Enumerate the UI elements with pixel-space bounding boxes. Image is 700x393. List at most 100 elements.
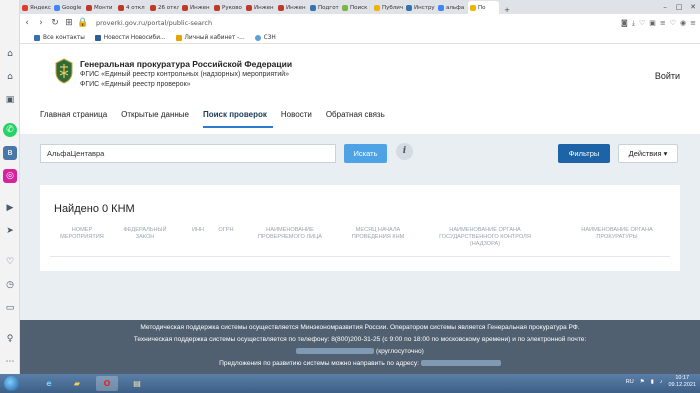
tab-favicon-icon xyxy=(150,4,156,11)
column-header[interactable]: ОГРН xyxy=(212,227,240,234)
instagram-icon[interactable]: ◎ xyxy=(3,169,17,183)
results-table-header: НОМЕР МЕРОПРИЯТИЯ ФЕДЕРАЛЬНЫЙ ЗАКОН ИНН … xyxy=(50,227,670,257)
opera-icon[interactable]: O xyxy=(96,376,118,391)
column-header[interactable]: НАИМЕНОВАНИЕ ОРГАНА ПРОКУРАТУРЫ xyxy=(572,227,662,241)
minimize-button[interactable]: – xyxy=(658,3,672,11)
bookmark-icon[interactable]: ♡ xyxy=(670,19,676,28)
clock[interactable]: 10:17 09.12.2021 xyxy=(668,375,696,389)
footer-text: (круглосуточно) xyxy=(376,348,424,355)
language-indicator[interactable]: RU xyxy=(626,379,634,385)
ie-icon[interactable]: e xyxy=(38,376,60,391)
heart-icon[interactable]: ♡ xyxy=(3,255,17,269)
search-button[interactable]: Искать xyxy=(344,144,387,163)
results-count: Найдено 0 КНМ xyxy=(54,203,135,215)
info-icon[interactable]: i xyxy=(396,143,413,160)
bookmark-icon xyxy=(254,34,261,41)
home-icon[interactable]: ⌂ xyxy=(3,70,17,84)
url-field[interactable]: proverki.gov.ru/portal/public-search xyxy=(96,19,212,27)
bookmark-item[interactable]: Личный кабинет -... xyxy=(175,34,245,41)
tips-icon[interactable]: ♀ xyxy=(3,332,17,346)
flag-icon[interactable]: ⚑ xyxy=(640,379,645,385)
actions-dropdown[interactable]: Действия ▾ xyxy=(618,144,678,163)
bookmark-item[interactable]: СЗН xyxy=(254,34,276,41)
reload-button[interactable]: ↻ xyxy=(48,18,62,28)
menu-item-home[interactable]: Главная страница xyxy=(40,106,113,128)
menu-item-search[interactable]: Поиск проверок xyxy=(202,106,273,128)
filters-button[interactable]: Фильтры xyxy=(558,144,610,163)
browser-tab[interactable]: Google xyxy=(52,1,83,14)
close-window-button[interactable]: ✕ xyxy=(686,3,700,11)
tab-favicon-icon xyxy=(118,4,124,11)
player-icon[interactable]: ▶ xyxy=(3,201,17,215)
support-email-link[interactable] xyxy=(296,348,375,355)
bookmark-label: Новости Новосиби... xyxy=(103,34,166,41)
send-icon[interactable]: ➤ xyxy=(3,224,17,238)
column-header[interactable]: МЕСЯЦ НАЧАЛА ПРОВЕДЕНИЯ КНМ xyxy=(342,227,414,241)
start-button[interactable] xyxy=(4,376,19,391)
browser-tab[interactable]: Подгот xyxy=(308,1,339,14)
org-subtitle: ФГИС «Единый реестр контрольных (надзорн… xyxy=(80,71,290,78)
settings-icon[interactable]: ≡ xyxy=(660,19,666,28)
browser-sidebar: ⌂ ⌂ ▣ ✆ в ◎ ▶ ➤ ♡ ◷ ▭ ♀ ⋯ xyxy=(0,0,20,374)
browser-tab[interactable]: По xyxy=(468,1,499,14)
browser-tab[interactable]: альфа xyxy=(436,1,467,14)
archive-icon[interactable]: ▤ xyxy=(126,376,148,391)
volume-icon[interactable]: ♪ xyxy=(660,379,663,385)
column-header[interactable]: НАИМЕНОВАНИЕ ПРОВЕРЯЕМОГО ЛИЦА xyxy=(248,227,332,241)
browser-tab[interactable]: Руково xyxy=(212,1,243,14)
camera-icon[interactable]: ◙ xyxy=(621,19,628,28)
menu-item-news[interactable]: Новости xyxy=(281,106,318,128)
tab-label: 26 откл xyxy=(158,4,179,11)
maximize-button[interactable]: □ xyxy=(672,3,686,11)
bookmark-icon xyxy=(34,34,40,41)
box-icon[interactable]: ▣ xyxy=(649,19,656,28)
bookmark-item[interactable]: Все контакты xyxy=(34,34,85,41)
site-footer: Методическая поддержка системы осуществл… xyxy=(20,320,700,374)
whatsapp-icon[interactable]: ✆ xyxy=(3,123,17,137)
column-header[interactable]: НОМЕР МЕРОПРИЯТИЯ xyxy=(54,227,110,241)
forward-button[interactable]: › xyxy=(34,18,48,28)
new-tab-button[interactable]: + xyxy=(500,6,514,14)
login-link[interactable]: Войти xyxy=(655,71,680,81)
folder-icon[interactable]: ▰ xyxy=(66,376,88,391)
bookmark-label: Личный кабинет -... xyxy=(184,34,245,41)
bookmark-icon xyxy=(94,34,101,41)
lock-icon: 🔒 xyxy=(77,18,89,28)
wallet-icon[interactable]: ▣ xyxy=(3,93,17,107)
tab-label: Инжен xyxy=(254,4,274,11)
heart-icon[interactable]: ♡ xyxy=(639,19,645,28)
menu-icon[interactable]: ≡ xyxy=(690,19,696,28)
browser-tab[interactable]: 26 откл xyxy=(148,1,179,14)
speed-dial-icon[interactable]: ⌂ xyxy=(3,47,17,61)
vk-icon[interactable]: в xyxy=(3,146,17,160)
browser-tab[interactable]: Поиск xyxy=(340,1,371,14)
network-icon[interactable]: ▮ xyxy=(651,379,654,385)
proposals-email-link[interactable] xyxy=(420,360,501,367)
column-header[interactable]: ФЕДЕРАЛЬНЫЙ ЗАКОН xyxy=(120,227,170,241)
more-icon[interactable]: ⋯ xyxy=(3,355,17,369)
column-header[interactable]: ИНН xyxy=(186,227,210,234)
bookmark-item[interactable]: Новости Новосиби... xyxy=(94,34,166,41)
search-input[interactable]: АльфаЦентавра xyxy=(40,144,336,163)
browser-tab[interactable]: Инжен xyxy=(276,1,307,14)
browser-tab[interactable]: Яндекс xyxy=(20,1,51,14)
back-button[interactable]: ‹ xyxy=(20,18,34,28)
menu-item-feedback[interactable]: Обратная связь xyxy=(326,106,391,128)
browser-tab[interactable]: 4 откл xyxy=(116,1,147,14)
browser-tab[interactable]: Монти xyxy=(84,1,115,14)
tab-favicon-icon xyxy=(470,4,476,11)
browser-tab[interactable]: Публич xyxy=(372,1,403,14)
column-header[interactable]: НАИМЕНОВАНИЕ ОРГАНА ГОСУДАРСТВЕННОГО КОН… xyxy=(430,227,540,248)
tab-favicon-icon xyxy=(342,4,348,11)
download-icon[interactable]: ▭ xyxy=(3,301,17,315)
account-icon[interactable]: ◉ xyxy=(680,19,686,28)
menu-item-open-data[interactable]: Открытые данные xyxy=(121,106,195,128)
speed-dial-button[interactable]: ⊞ xyxy=(62,18,76,28)
tab-favicon-icon xyxy=(374,4,380,11)
browser-tab[interactable]: Инжен xyxy=(244,1,275,14)
download-icon[interactable]: ⤓ xyxy=(632,19,635,28)
browser-tab[interactable]: Инстру xyxy=(404,1,435,14)
browser-tab[interactable]: Инжен xyxy=(180,1,211,14)
history-icon[interactable]: ◷ xyxy=(3,278,17,292)
emblem-icon[interactable] xyxy=(54,58,74,84)
